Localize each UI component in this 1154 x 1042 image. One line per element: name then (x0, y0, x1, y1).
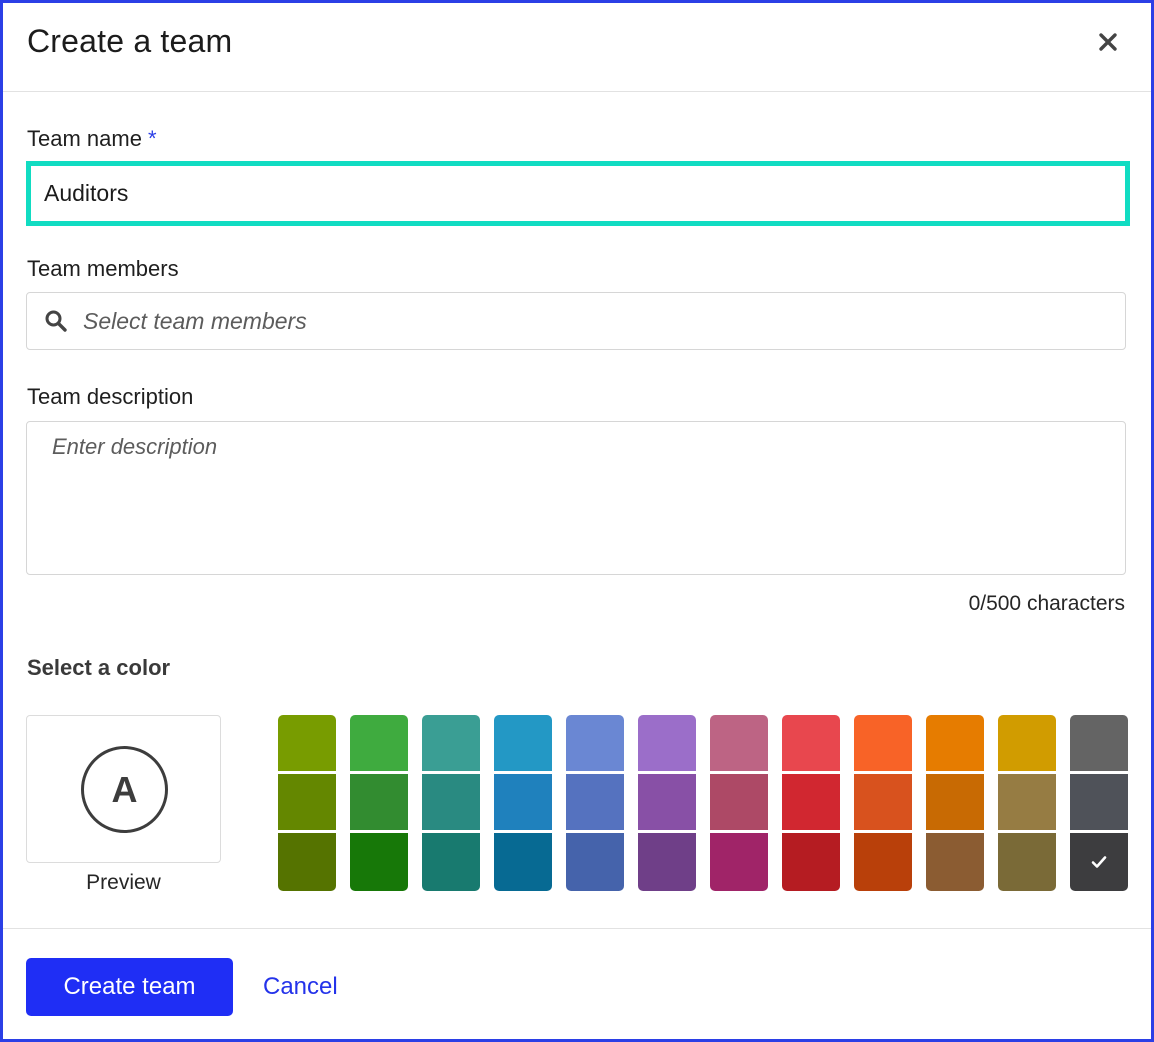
color-swatch[interactable] (278, 715, 336, 771)
color-swatch[interactable] (710, 715, 768, 771)
swatch-column (782, 715, 840, 891)
color-swatch[interactable] (854, 833, 912, 891)
color-preview-card: A (26, 715, 221, 863)
team-description-input[interactable] (26, 421, 1126, 575)
swatch-column (422, 715, 480, 891)
swatch-column (278, 715, 336, 891)
team-description-label: Team description (27, 384, 194, 409)
swatch-column (926, 715, 984, 891)
color-swatch[interactable] (782, 715, 840, 771)
team-name-label: Team name * (27, 126, 157, 152)
color-swatch[interactable] (638, 774, 696, 830)
swatch-column (710, 715, 768, 891)
dialog-title: Create a team (27, 23, 233, 59)
color-swatch[interactable] (710, 774, 768, 830)
swatch-column (1070, 715, 1128, 891)
color-swatch[interactable] (854, 774, 912, 830)
color-swatch[interactable] (422, 833, 480, 891)
color-swatch[interactable] (350, 715, 408, 771)
close-button[interactable] (1095, 29, 1121, 55)
color-swatch[interactable] (1070, 774, 1128, 830)
color-swatch[interactable] (1070, 715, 1128, 771)
swatch-column (998, 715, 1056, 891)
color-swatch[interactable] (566, 833, 624, 891)
required-indicator: * (147, 126, 157, 151)
color-swatch[interactable] (926, 774, 984, 830)
color-swatch[interactable] (494, 833, 552, 891)
color-swatch[interactable] (278, 833, 336, 891)
color-swatch[interactable] (926, 833, 984, 891)
color-swatch[interactable] (422, 774, 480, 830)
team-members-input[interactable] (83, 301, 1103, 341)
color-swatch[interactable] (782, 833, 840, 891)
color-swatch[interactable] (566, 774, 624, 830)
color-swatch[interactable] (998, 833, 1056, 891)
color-swatch[interactable] (350, 774, 408, 830)
cancel-button[interactable]: Cancel (263, 973, 338, 1001)
footer-divider (3, 928, 1151, 929)
color-swatch-selected[interactable] (1070, 833, 1128, 891)
character-count: 0/500 characters (968, 592, 1125, 615)
avatar: A (81, 746, 168, 833)
create-team-dialog: Create a team Team name* Team members Te… (0, 0, 1154, 1042)
swatch-column (566, 715, 624, 891)
color-swatch[interactable] (710, 833, 768, 891)
color-swatch[interactable] (998, 715, 1056, 771)
team-members-label: Team members (27, 256, 179, 281)
color-swatch[interactable] (782, 774, 840, 830)
create-team-button[interactable]: Create team (26, 958, 233, 1016)
team-name-label-text: Team name (27, 126, 142, 151)
team-name-input[interactable] (26, 161, 1130, 226)
select-color-title: Select a color (27, 655, 171, 680)
color-swatch[interactable] (638, 715, 696, 771)
swatch-column (494, 715, 552, 891)
preview-label: Preview (86, 871, 161, 894)
color-swatch[interactable] (494, 774, 552, 830)
color-swatch[interactable] (566, 715, 624, 771)
color-swatch[interactable] (350, 833, 408, 891)
color-swatch[interactable] (494, 715, 552, 771)
color-swatch[interactable] (422, 715, 480, 771)
color-swatch[interactable] (278, 774, 336, 830)
color-swatch[interactable] (638, 833, 696, 891)
team-members-field[interactable] (26, 292, 1126, 350)
search-icon (45, 310, 67, 332)
color-swatch[interactable] (926, 715, 984, 771)
swatch-column (350, 715, 408, 891)
color-swatch[interactable] (854, 715, 912, 771)
swatch-column (854, 715, 912, 891)
close-icon (1099, 33, 1117, 51)
color-swatch[interactable] (998, 774, 1056, 830)
dialog-header: Create a team (3, 3, 1151, 92)
checkmark-icon (1091, 856, 1107, 868)
swatch-column (638, 715, 696, 891)
